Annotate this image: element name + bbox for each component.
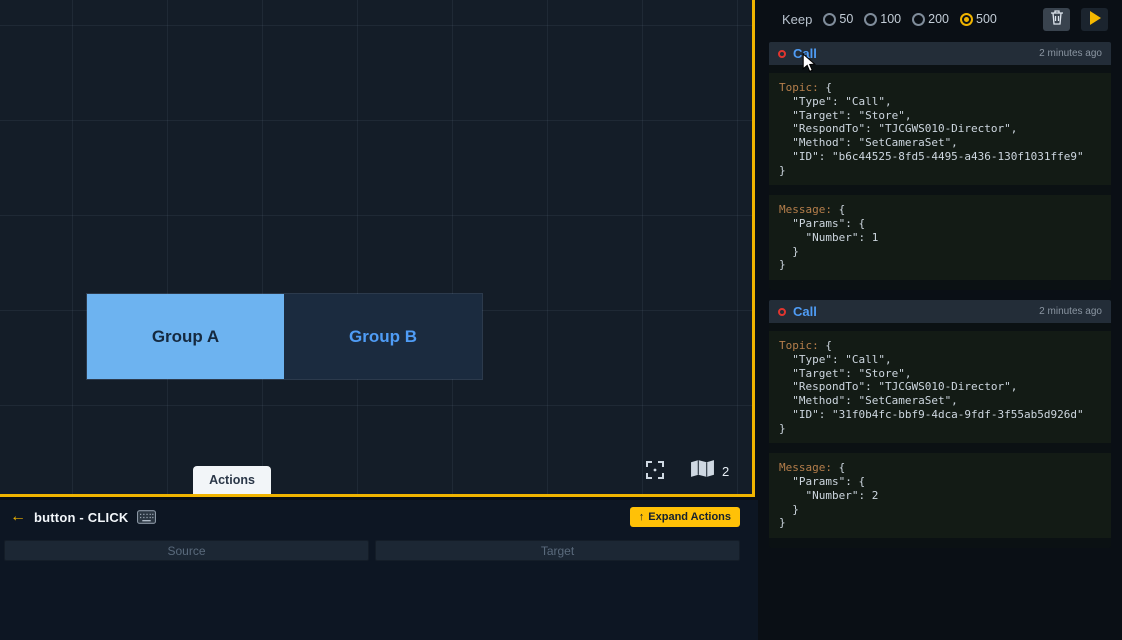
clear-log-button[interactable] xyxy=(1043,8,1070,31)
call-status-icon xyxy=(778,308,786,316)
keep-label: Keep xyxy=(782,12,812,27)
back-arrow-icon[interactable]: ← xyxy=(10,509,26,525)
message-type-link[interactable]: Call xyxy=(793,46,817,61)
message-block: Message: { "Params": { "Number": 2 } } xyxy=(769,453,1111,538)
topic-label: Topic: xyxy=(779,81,825,94)
expand-arrow-icon: ↑ xyxy=(639,511,645,523)
message-card[interactable]: Call 2 minutes ago Topic: { "Type": "Cal… xyxy=(769,42,1111,290)
message-label: Message: xyxy=(779,203,839,216)
radio-circle-icon xyxy=(823,13,836,26)
message-card-body: Topic: { "Type": "Call", "Target": "Stor… xyxy=(769,65,1111,290)
message-label: Message: xyxy=(779,461,839,474)
message-log-panel: Keep 50 100 200 500 xyxy=(758,0,1122,640)
trash-icon xyxy=(1050,10,1064,28)
topic-json: { "Type": "Call", "Target": "Store", "Re… xyxy=(779,81,1084,177)
play-button[interactable] xyxy=(1081,8,1108,31)
target-input[interactable] xyxy=(375,540,740,561)
group-buttons: Group A Group B xyxy=(86,293,483,380)
topic-block: Topic: { "Type": "Call", "Target": "Stor… xyxy=(769,331,1111,443)
keep-option-100[interactable]: 100 xyxy=(864,12,901,26)
keep-option-50[interactable]: 50 xyxy=(823,12,853,26)
message-timestamp: 2 minutes ago xyxy=(1039,48,1102,59)
topic-block: Topic: { "Type": "Call", "Target": "Stor… xyxy=(769,73,1111,185)
fit-view-button[interactable] xyxy=(641,457,669,485)
fit-view-icon xyxy=(644,459,666,484)
message-card-body: Topic: { "Type": "Call", "Target": "Stor… xyxy=(769,323,1111,548)
message-card-header[interactable]: Call 2 minutes ago xyxy=(769,300,1111,323)
topic-json: { "Type": "Call", "Target": "Store", "Re… xyxy=(779,339,1084,435)
call-status-icon xyxy=(778,50,786,58)
action-editor-panel: ← button - CLICK ↑ Expand Actions xyxy=(0,500,758,640)
action-editor-inputs xyxy=(4,540,740,561)
radio-circle-icon xyxy=(960,13,973,26)
stage-canvas[interactable]: Group A Group B 2 Actions xyxy=(0,0,755,497)
message-type-link[interactable]: Call xyxy=(793,304,817,319)
message-block: Message: { "Params": { "Number": 1 } } xyxy=(769,195,1111,280)
group-a-button[interactable]: Group A xyxy=(87,294,284,379)
actions-tab[interactable]: Actions xyxy=(193,466,271,494)
expand-actions-button[interactable]: ↑ Expand Actions xyxy=(630,507,740,527)
message-card[interactable]: Call 2 minutes ago Topic: { "Type": "Cal… xyxy=(769,300,1111,548)
group-b-button[interactable]: Group B xyxy=(284,294,482,379)
app-root: Group A Group B 2 Actions xyxy=(0,0,1122,640)
radio-circle-icon xyxy=(864,13,877,26)
map-icon xyxy=(690,459,715,483)
keep-option-label: 100 xyxy=(880,12,901,26)
keep-option-label: 50 xyxy=(839,12,853,26)
action-editor-title: button - CLICK xyxy=(34,510,129,525)
action-editor-header: ← button - CLICK xyxy=(10,509,156,525)
keep-option-label: 200 xyxy=(928,12,949,26)
keep-option-500[interactable]: 500 xyxy=(960,12,997,26)
keep-option-200[interactable]: 200 xyxy=(912,12,949,26)
radio-circle-icon xyxy=(912,13,925,26)
expand-actions-label: Expand Actions xyxy=(648,511,731,523)
keyboard-icon xyxy=(137,510,156,524)
topic-label: Topic: xyxy=(779,339,825,352)
log-toolbar: Keep 50 100 200 500 xyxy=(758,0,1122,38)
keep-option-label: 500 xyxy=(976,12,997,26)
source-input[interactable] xyxy=(4,540,369,561)
message-card-header[interactable]: Call 2 minutes ago xyxy=(769,42,1111,65)
play-icon xyxy=(1088,10,1102,29)
map-page-count: 2 xyxy=(722,464,729,479)
message-timestamp: 2 minutes ago xyxy=(1039,306,1102,317)
map-pages-button[interactable]: 2 xyxy=(690,457,729,485)
